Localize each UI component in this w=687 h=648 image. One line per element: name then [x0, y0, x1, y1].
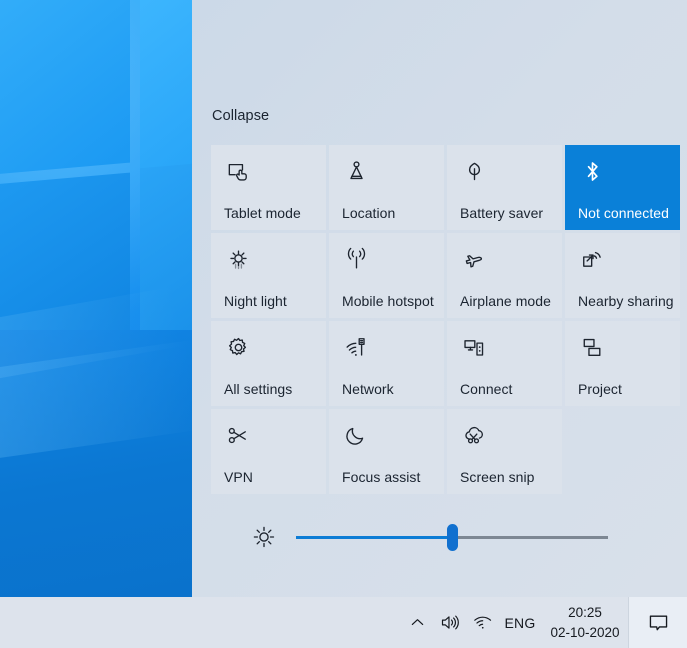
tile-label: Screen snip — [460, 469, 534, 485]
quick-action-tile-nearby-sharing[interactable]: Nearby sharing — [565, 233, 680, 318]
taskbar: ENG 20:25 02-10-2020 — [0, 597, 687, 648]
night-light-icon — [225, 246, 251, 272]
language-indicator[interactable]: ENG — [498, 597, 542, 648]
tablet-mode-icon — [225, 158, 251, 184]
tile-label: Location — [342, 205, 395, 221]
language-label: ENG — [505, 615, 536, 631]
tile-label: Battery saver — [460, 205, 543, 221]
quick-action-tile-network[interactable]: Network — [329, 321, 444, 406]
tile-label: Mobile hotspot — [342, 293, 434, 309]
quick-action-tile-vpn[interactable]: VPN — [211, 409, 326, 494]
tile-label: All settings — [224, 381, 292, 397]
tile-label: Tablet mode — [224, 205, 301, 221]
airplane-mode-icon — [461, 246, 487, 272]
vpn-icon — [225, 422, 251, 448]
quick-action-tile-connect[interactable]: Connect — [447, 321, 562, 406]
clock[interactable]: 20:25 02-10-2020 — [542, 597, 628, 648]
desktop-wallpaper — [0, 0, 192, 648]
quick-actions-grid: Tablet mode Location Battery saver Not conn… — [211, 145, 671, 494]
quick-action-tile-battery-saver[interactable]: Battery saver — [447, 145, 562, 230]
gear-icon — [225, 334, 251, 360]
bluetooth-icon — [579, 158, 605, 184]
action-center-panel: Collapse Tablet mode Location Battery save… — [192, 0, 687, 597]
quick-action-tile-night-light[interactable]: Night light — [211, 233, 326, 318]
clock-time: 20:25 — [568, 603, 602, 622]
quick-action-tile-location[interactable]: Location — [329, 145, 444, 230]
system-tray: ENG 20:25 02-10-2020 — [402, 597, 687, 648]
chevron-up-icon[interactable] — [402, 597, 432, 648]
tile-label: Focus assist — [342, 469, 420, 485]
tile-label: VPN — [224, 469, 253, 485]
tile-label: Project — [578, 381, 622, 397]
tile-label: Night light — [224, 293, 287, 309]
quick-action-tile-airplane-mode[interactable]: Airplane mode — [447, 233, 562, 318]
nearby-sharing-icon — [579, 246, 605, 272]
location-icon — [343, 158, 369, 184]
moon-icon — [343, 422, 369, 448]
wifi-icon[interactable] — [466, 597, 498, 648]
collapse-button[interactable]: Collapse — [212, 108, 269, 124]
screen-snip-icon — [461, 422, 487, 448]
quick-action-tile-project[interactable]: Project — [565, 321, 680, 406]
quick-action-tile-all-settings[interactable]: All settings — [211, 321, 326, 406]
collapse-label: Collapse — [212, 108, 269, 124]
brightness-control — [192, 512, 687, 560]
quick-action-tile-focus-assist[interactable]: Focus assist — [329, 409, 444, 494]
tile-label: Nearby sharing — [578, 293, 674, 309]
mobile-hotspot-icon — [343, 246, 369, 272]
quick-action-tile-mobile-hotspot[interactable]: Mobile hotspot — [329, 233, 444, 318]
tile-label: Network — [342, 381, 394, 397]
brightness-slider[interactable] — [296, 533, 608, 543]
quick-action-tile-tablet-mode[interactable]: Tablet mode — [211, 145, 326, 230]
tile-label: Airplane mode — [460, 293, 551, 309]
tile-label: Connect — [460, 381, 513, 397]
tile-label: Not connected — [578, 205, 669, 221]
quick-action-tile-screen-snip[interactable]: Screen snip — [447, 409, 562, 494]
notifications-button[interactable] — [628, 597, 687, 648]
wifi-icon — [343, 334, 369, 360]
clock-date: 02-10-2020 — [550, 623, 619, 642]
speaker-icon[interactable] — [432, 597, 466, 648]
project-icon — [579, 334, 605, 360]
slider-fill — [296, 536, 452, 539]
battery-saver-icon — [461, 158, 487, 184]
connect-icon — [461, 334, 487, 360]
slider-thumb[interactable] — [447, 524, 458, 551]
wallpaper-pane-top-left — [0, 0, 130, 177]
brightness-icon — [252, 525, 276, 549]
wallpaper-pane-top-right — [140, 0, 192, 183]
quick-action-tile-not-connected[interactable]: Not connected — [565, 145, 680, 230]
